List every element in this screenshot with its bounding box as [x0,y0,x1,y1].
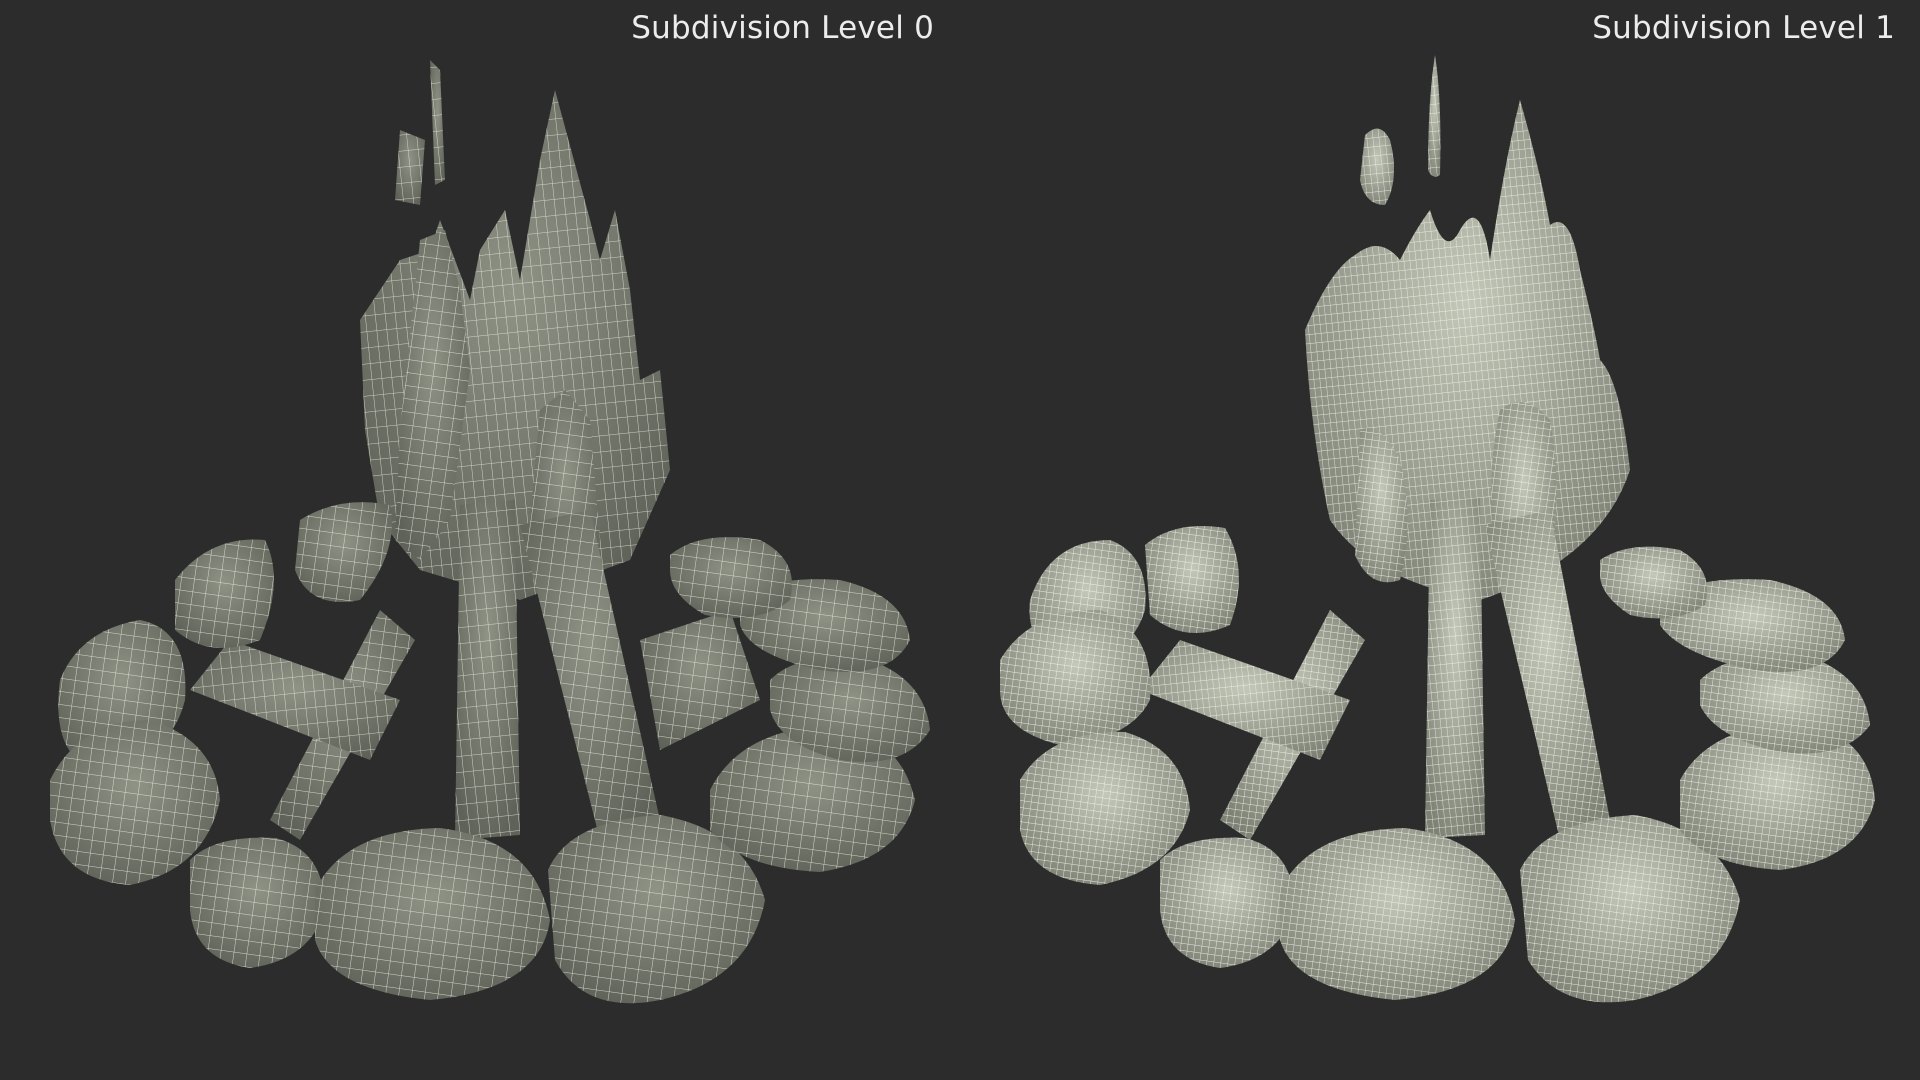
panel-subdivision-level-0: Subdivision Level 0 [0,0,960,1080]
render-canvas: Subdivision Level 0 Subdivision Level 1 [0,0,1920,1080]
log-group [190,500,760,840]
campfire-mesh-level-0 [50,60,930,1004]
panel-subdivision-level-1: Subdivision Level 1 [960,0,1920,1080]
campfire-mesh-level-1 [1000,55,1875,1003]
